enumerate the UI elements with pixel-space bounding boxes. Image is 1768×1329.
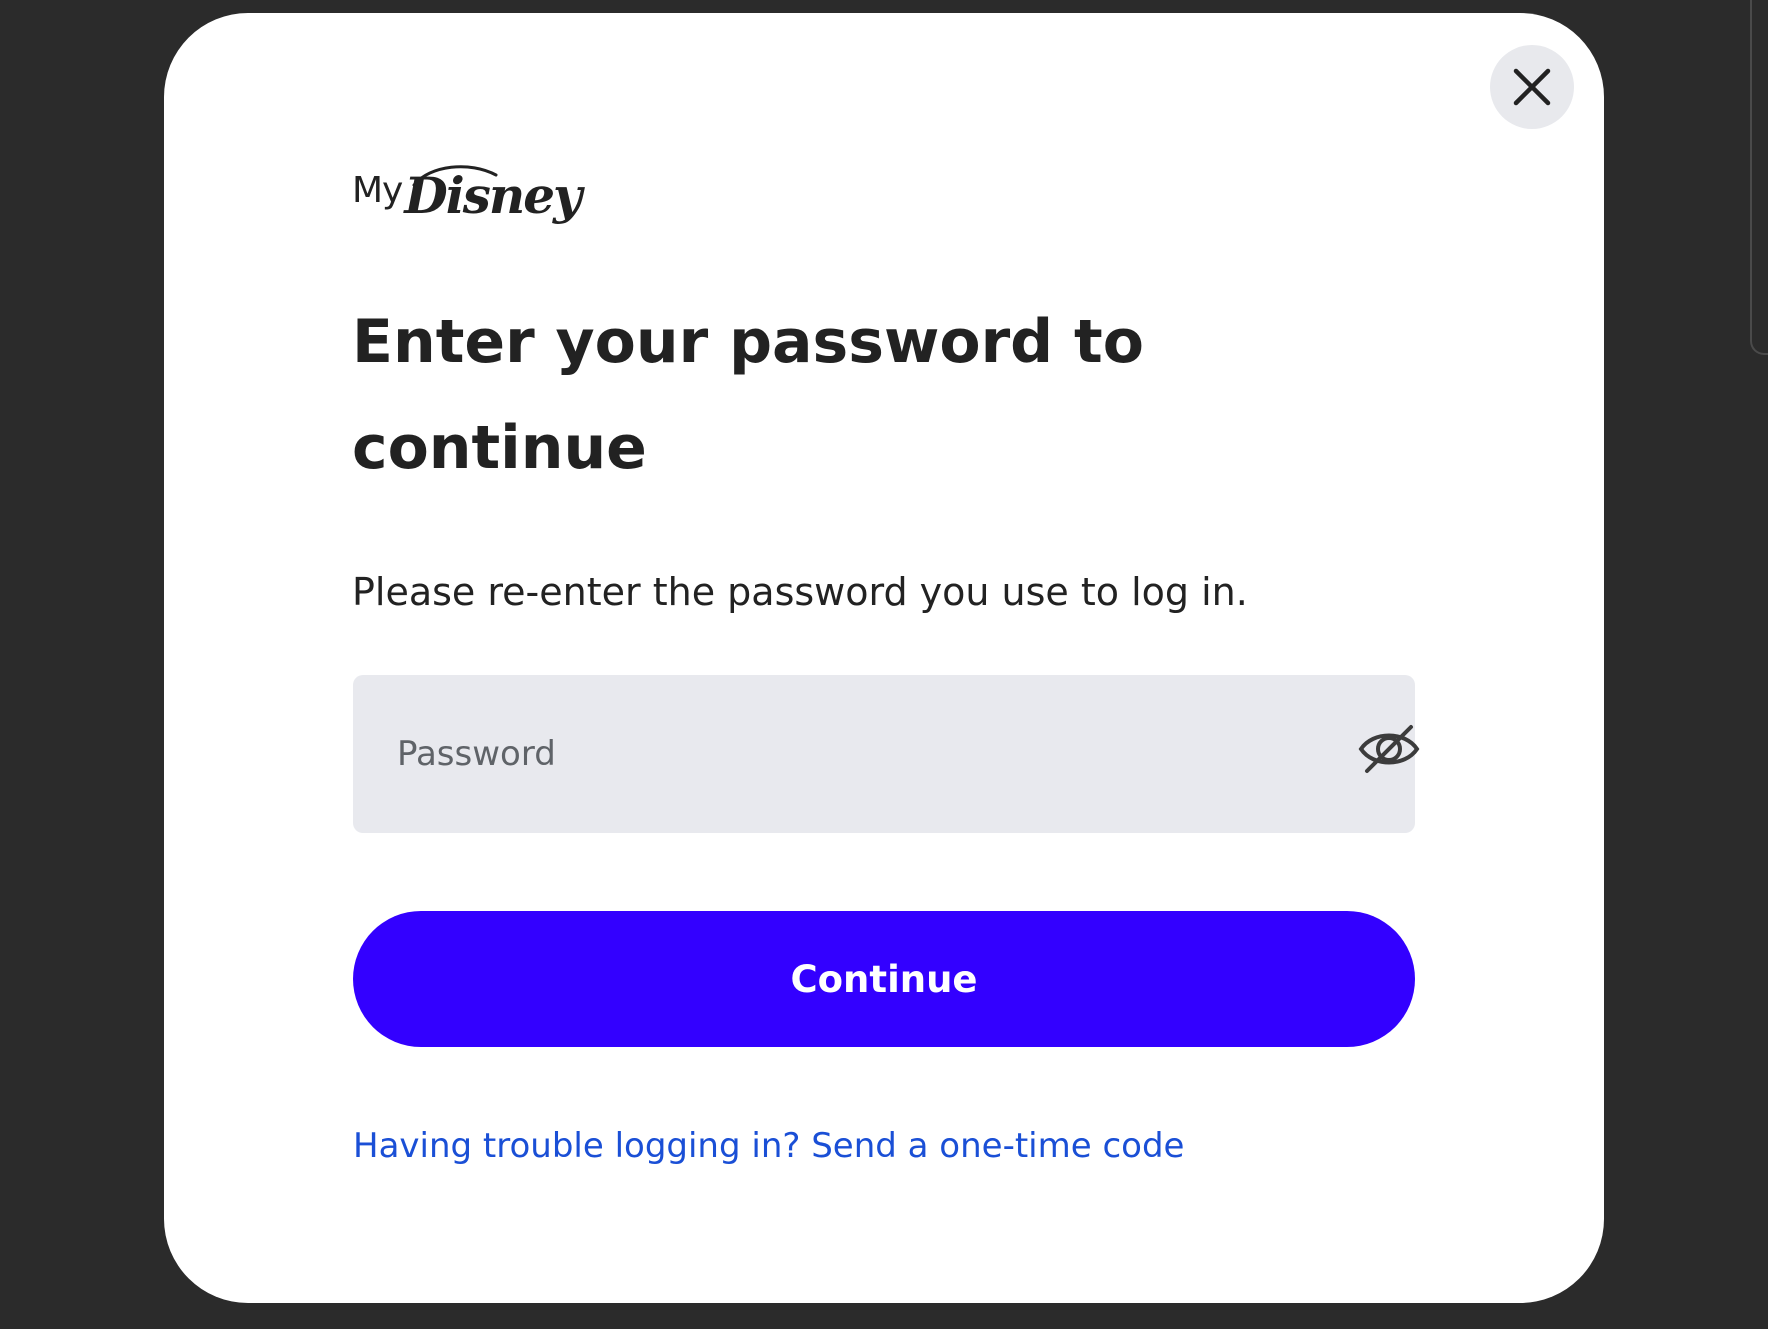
login-modal: My Disney Enter your password to continu…	[164, 13, 1604, 1303]
close-button[interactable]	[1490, 45, 1574, 129]
mydisney-logo: My Disney	[352, 165, 582, 221]
close-icon	[1512, 67, 1552, 107]
show-password-toggle[interactable]	[1357, 723, 1421, 779]
page-scrollbar[interactable]	[1750, 0, 1768, 355]
eye-off-icon	[1357, 723, 1421, 779]
password-input[interactable]	[353, 675, 1293, 833]
logo-disney-text: Disney	[404, 165, 582, 221]
logo-my-text: My	[352, 170, 403, 211]
password-field	[353, 675, 1420, 833]
continue-button[interactable]: Continue	[353, 911, 1415, 1047]
page-title: Enter your password to continue	[352, 307, 1144, 483]
logo-disney-word: Disney	[404, 166, 582, 225]
send-one-time-code-link[interactable]: Having trouble logging in? Send a one-ti…	[353, 1123, 1184, 1169]
instruction-text: Please re-enter the password you use to …	[352, 570, 1248, 614]
